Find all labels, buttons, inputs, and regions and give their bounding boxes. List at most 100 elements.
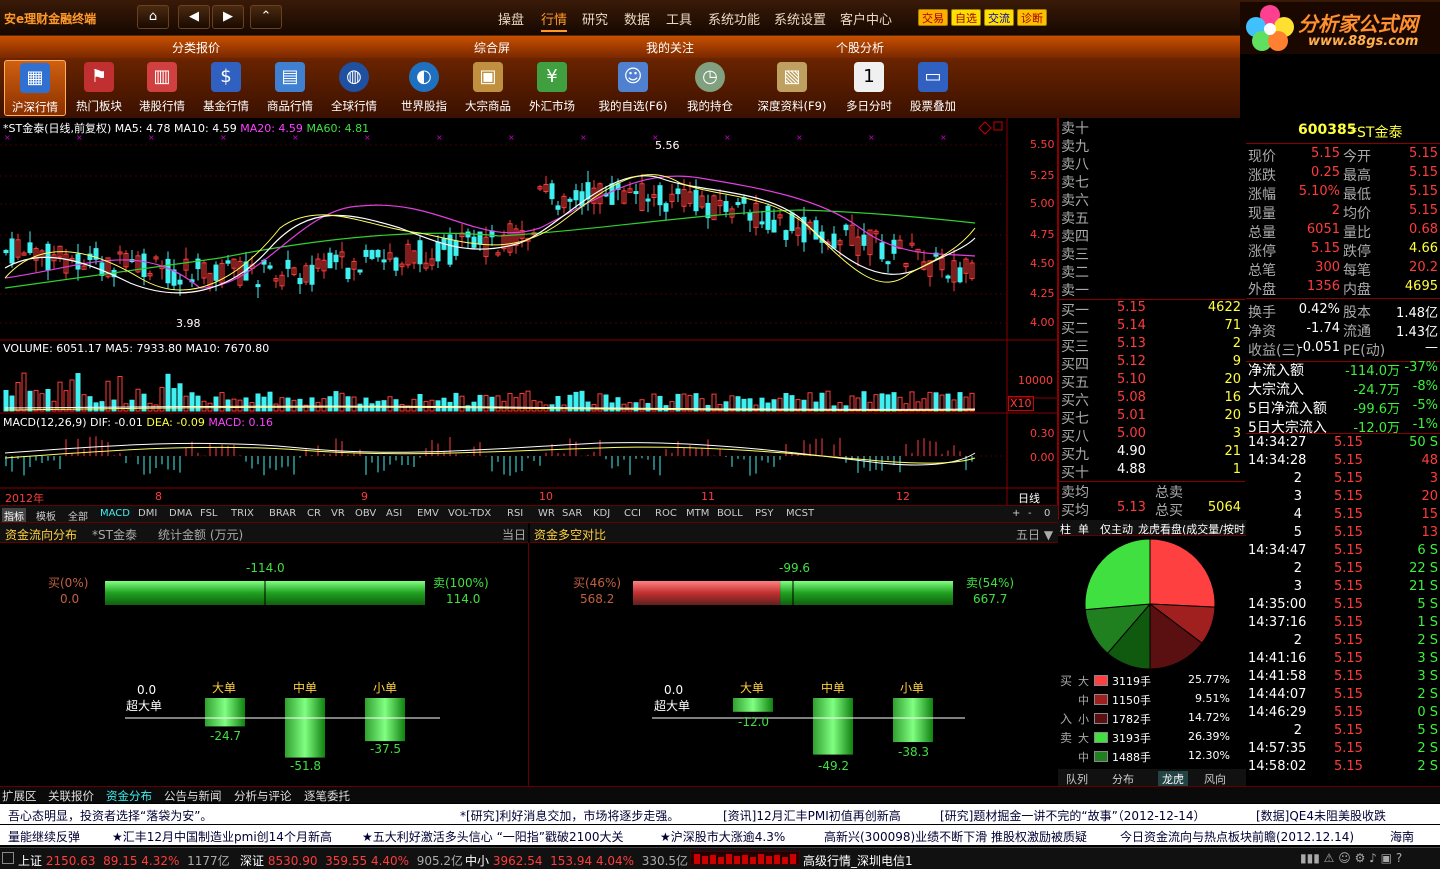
pie-bottom-tab[interactable]: 分布 xyxy=(1112,771,1134,787)
news-item[interactable]: [数据]QE4未阻美股收跌 xyxy=(1256,807,1386,824)
news-item[interactable]: 吾心态明显，投资者选择“落袋为安”。 xyxy=(8,807,212,824)
sell-level-1[interactable]: 卖一 xyxy=(1059,280,1245,299)
sz-index[interactable]: 深证 8530.90 359.55 4.40% 905.2亿 xyxy=(240,852,463,869)
news-item[interactable]: [研究]题材掘金一讲不完的“故事”（2012-12-14） xyxy=(940,807,1206,824)
menu-xitong[interactable]: 系统功能 xyxy=(708,9,760,28)
sh-index[interactable]: 上证 2150.63 89.15 4.32% 1177亿 xyxy=(18,852,230,869)
tool-holding[interactable]: ◷ 我的持仓 xyxy=(679,60,741,116)
indicator-tab-sar[interactable]: SAR xyxy=(560,508,584,519)
buy-level-4[interactable]: 买四 5.12 9 xyxy=(1059,354,1245,373)
menu-caopan[interactable]: 操盘 xyxy=(498,9,524,28)
news-item[interactable]: 今日资金流向与热点板块前瞻(2012.12.14) xyxy=(1120,828,1354,845)
buy-level-6[interactable]: 买六 5.08 16 xyxy=(1059,390,1245,409)
period-label[interactable]: 日线 xyxy=(1018,490,1040,506)
indicator-tab-fsl[interactable]: FSL xyxy=(198,508,220,519)
chat-button[interactable]: 交流 xyxy=(984,9,1014,26)
indicator-tab-obv[interactable]: OBV xyxy=(353,508,378,519)
home-button[interactable]: ⌂ xyxy=(137,5,169,29)
indicator-tab-指标[interactable]: 指标 xyxy=(2,508,26,523)
indicator-tab-emv[interactable]: EMV xyxy=(415,508,441,519)
tool-hot-sector[interactable]: ⚑ 热门板块 xyxy=(68,60,130,116)
section-analysis[interactable]: 个股分析 xyxy=(836,39,884,56)
indicator-tab-模板[interactable]: 模板 xyxy=(34,508,58,523)
sell-level-7[interactable]: 卖七 xyxy=(1059,172,1245,191)
flow-period-right[interactable]: 五日 ▼ xyxy=(1016,526,1053,543)
sell-level-8[interactable]: 卖八 xyxy=(1059,154,1245,173)
tool-fund[interactable]: $ 基金行情 xyxy=(195,60,257,116)
buy-level-10[interactable]: 买十 4.88 1 xyxy=(1059,462,1245,481)
buy-level-8[interactable]: 买八 5.00 3 xyxy=(1059,426,1245,445)
news-item[interactable]: ★沪深股市大涨逾4.3% xyxy=(660,828,785,845)
bottom-tab[interactable]: 资金分布 xyxy=(106,788,152,804)
news-item[interactable]: 量能继续反弹 xyxy=(8,828,80,845)
section-classified[interactable]: 分类报价 xyxy=(172,39,220,56)
zoom-button[interactable]: - xyxy=(1026,508,1034,519)
trade-button[interactable]: 交易 xyxy=(918,9,948,26)
section-attention[interactable]: 我的关注 xyxy=(646,39,694,56)
buy-level-2[interactable]: 买二 5.14 71 xyxy=(1059,318,1245,337)
forward-button[interactable]: ▶ xyxy=(212,5,244,29)
sell-level-6[interactable]: 卖六 xyxy=(1059,190,1245,209)
diagnose-button[interactable]: 诊断 xyxy=(1017,9,1047,26)
indicator-tab-cci[interactable]: CCI xyxy=(622,508,643,519)
menu-hangqing[interactable]: 行情 xyxy=(541,9,568,32)
indicator-tab-trix[interactable]: TRIX xyxy=(229,508,256,519)
menu-yanjiu[interactable]: 研究 xyxy=(582,9,608,28)
bottom-tab[interactable]: 公告与新闻 xyxy=(164,788,222,804)
kline-chart[interactable]: *ST金泰(日线,前复权) MA5: 4.78 MA10: 4.59 MA20:… xyxy=(0,118,1058,506)
news-item[interactable]: *[研究]利好消息交加，市场将逐步走强。 xyxy=(460,807,679,824)
tool-bulk[interactable]: ▣ 大宗商品 xyxy=(457,60,519,116)
back-button[interactable]: ◀ xyxy=(178,5,210,29)
section-composite[interactable]: 综合屏 xyxy=(474,39,510,56)
news-item[interactable]: [资讯]12月汇丰PMI初值再创新高 xyxy=(723,807,901,824)
menu-kehu[interactable]: 客户中心 xyxy=(840,9,892,28)
menu-shezhi[interactable]: 系统设置 xyxy=(774,9,826,28)
sell-level-5[interactable]: 卖五 xyxy=(1059,208,1245,227)
indicator-tab-dmi[interactable]: DMI xyxy=(136,508,159,519)
pie-tab[interactable]: 仅主动 xyxy=(1100,521,1133,535)
news-ticker-1[interactable]: 吾心态明显，投资者选择“落袋为安”。 *[研究]利好消息交加，市场将逐步走强。 [资… xyxy=(0,804,1440,824)
up-button[interactable]: ⌃ xyxy=(250,5,282,29)
sell-level-10[interactable]: 卖十 xyxy=(1059,118,1245,137)
indicator-tab-boll[interactable]: BOLL xyxy=(715,508,745,519)
tool-hk[interactable]: ▥ 港股行情 xyxy=(131,60,193,116)
bottom-tab[interactable]: 分析与评论 xyxy=(234,788,292,804)
tick-list[interactable]: 14:34:27 5.15 50 S 14:34:28 5.15 48 2 5.15 3 3 5.1… xyxy=(1246,433,1440,785)
indicator-tab-rsi[interactable]: RSI xyxy=(505,508,525,519)
zoom-button[interactable]: + xyxy=(1010,508,1022,519)
menu-gongju[interactable]: 工具 xyxy=(666,9,692,28)
tool-forex[interactable]: ¥ 外汇市场 xyxy=(521,60,583,116)
indicator-tab-mtm[interactable]: MTM xyxy=(684,508,711,519)
indicator-tab-kdj[interactable]: KDJ xyxy=(591,508,612,519)
news-item[interactable]: ★五大利好激活多头信心 “一阳指”戳破2100大关 xyxy=(362,828,624,845)
tool-overlay[interactable]: ▭ 股票叠加 xyxy=(902,60,964,116)
sell-level-3[interactable]: 卖三 xyxy=(1059,244,1245,263)
tool-hushen[interactable]: ▦ 沪深行情 xyxy=(4,60,66,116)
tool-my-watch[interactable]: ☺ 我的自选(F6) xyxy=(596,60,670,116)
bottom-tab[interactable]: 关联报价 xyxy=(48,788,94,804)
indicator-tab-wr[interactable]: WR xyxy=(536,508,557,519)
pie-bottom-tab[interactable]: 龙虎 xyxy=(1158,771,1188,787)
indicator-tab-roc[interactable]: ROC xyxy=(653,508,679,519)
bottom-tab[interactable]: 扩展区 xyxy=(2,788,37,804)
bottom-tab[interactable]: 逐笔委托 xyxy=(304,788,350,804)
watchlist-button[interactable]: 自选 xyxy=(951,9,981,26)
news-item[interactable]: ★汇丰12月中国制造业pmi创14个月新高 xyxy=(112,828,332,845)
indicator-tab-vr[interactable]: VR xyxy=(329,508,347,519)
tool-world-index[interactable]: ◐ 世界股指 xyxy=(393,60,455,116)
sell-level-4[interactable]: 卖四 xyxy=(1059,226,1245,245)
buy-level-5[interactable]: 买五 5.10 20 xyxy=(1059,372,1245,391)
buy-level-3[interactable]: 买三 5.13 2 xyxy=(1059,336,1245,355)
menu-icon[interactable] xyxy=(2,852,14,864)
buy-level-9[interactable]: 买九 4.90 21 xyxy=(1059,444,1245,463)
sell-level-9[interactable]: 卖九 xyxy=(1059,136,1245,155)
pie-tab[interactable]: 单 xyxy=(1078,521,1089,535)
buy-level-1[interactable]: 买一 5.15 4622 xyxy=(1059,300,1245,319)
indicator-tab-asi[interactable]: ASI xyxy=(384,508,404,519)
flow-period-left[interactable]: 当日 xyxy=(502,526,526,543)
pie-tab[interactable]: 柱 xyxy=(1060,521,1071,535)
pie-bottom-tab[interactable]: 队列 xyxy=(1066,771,1088,787)
pie-tab[interactable]: 龙虎看盘(成交量/按时 xyxy=(1138,521,1245,535)
news-item[interactable]: 海南 xyxy=(1390,828,1414,845)
news-item[interactable]: 高新兴(300098)业绩不断下滑 推股权激励被质疑 xyxy=(824,828,1087,845)
